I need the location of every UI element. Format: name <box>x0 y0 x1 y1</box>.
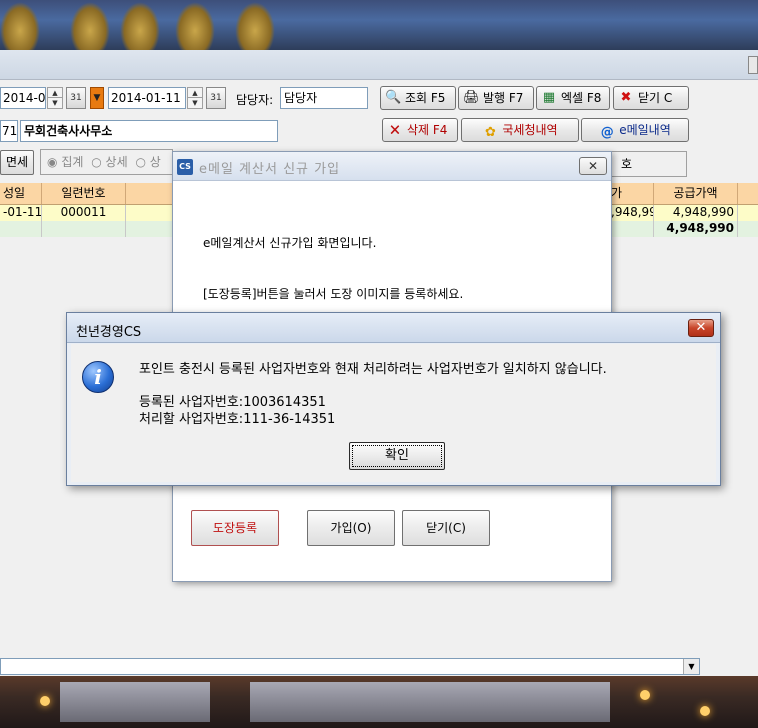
signup-dialog-title-bar: CS e메일 계산서 신규 가입 ✕ <box>173 152 611 181</box>
radio-detail-label[interactable]: 상세 <box>106 155 128 169</box>
window-control-button[interactable] <box>748 56 758 74</box>
radio-summary-label[interactable]: 집계 <box>61 155 83 169</box>
current-business-number: 처리할 사업자번호:111-36-14351 <box>139 412 336 427</box>
signup-instruction-text: [도장등록]버튼을 눌러서 도장 이미지를 등록하세요. <box>203 287 464 301</box>
grid-cell <box>42 221 126 237</box>
desktop-roof <box>60 682 210 722</box>
right-field: 호 <box>608 151 687 177</box>
desktop-tree <box>175 2 215 50</box>
alert-close-button[interactable]: ✕ <box>688 319 714 337</box>
grid-cell[interactable]: 000011 <box>42 205 126 221</box>
start-date-spinner[interactable]: ▲ ▼ <box>47 87 63 109</box>
grid-header-cell[interactable]: 일련번호 <box>42 183 126 204</box>
desktop-light <box>640 690 650 700</box>
spin-up-icon[interactable]: ▲ <box>188 88 202 98</box>
desktop-tree <box>120 2 160 50</box>
signup-close-button[interactable]: ✕ <box>579 157 607 175</box>
end-date-spinner[interactable]: ▲ ▼ <box>187 87 203 109</box>
desktop-light <box>40 696 50 706</box>
close-icon: ✕ <box>695 320 707 335</box>
close-x-icon: ✖ <box>620 90 632 105</box>
tax-free-button[interactable]: 면세 <box>0 150 34 175</box>
close-icon: ✕ <box>587 159 599 173</box>
radio-more-label[interactable]: 상 <box>150 155 161 169</box>
alert-body: i 포인트 충전시 등록된 사업자번호와 현재 처리하려는 사업자번호가 일치하… <box>71 344 716 482</box>
grid-header-cell[interactable]: 성일 <box>0 183 42 204</box>
radio-detail-icon[interactable]: ○ <box>91 155 101 169</box>
spin-down-icon[interactable]: ▼ <box>48 98 62 108</box>
signup-intro-text: e메일계산서 신규가입 화면입니다. <box>203 236 377 250</box>
alert-dialog: 천년경영CS ✕ i 포인트 충전시 등록된 사업자번호와 현재 처리하려는 사… <box>66 312 721 486</box>
company-code-field[interactable]: 71 <box>0 120 18 142</box>
spin-down-icon[interactable]: ▼ <box>188 98 202 108</box>
delete-button[interactable]: 🗙 삭제 F4 <box>382 118 458 142</box>
join-button[interactable]: 가입(O) <box>307 510 395 546</box>
view-mode-radio-group: ◉ 집계 ○ 상세 ○ 상 <box>40 149 173 175</box>
chevron-down-icon[interactable]: ▼ <box>683 659 699 674</box>
company-name-field[interactable]: 무회건축사사무소 <box>20 120 278 142</box>
end-date-field[interactable]: 2014-01-11 <box>108 87 186 109</box>
radio-summary-icon[interactable]: ◉ <box>47 155 57 169</box>
ok-button[interactable]: 확인 <box>349 442 445 470</box>
desktop-tree <box>0 2 40 50</box>
grid-cell[interactable]: 4,948,990 <box>654 205 738 221</box>
manager-label: 담당자: <box>236 93 274 107</box>
stamp-register-button[interactable]: 도장등록 <box>191 510 279 546</box>
grid-cell <box>608 221 654 237</box>
grid-header-cell[interactable]: 공급가액 <box>654 183 738 204</box>
date-range-dropdown-icon[interactable]: ▼ <box>90 87 104 109</box>
at-sign-icon: @ <box>600 125 614 140</box>
app-title-bar <box>0 50 758 80</box>
issue-button[interactable]: 🖨 발행 F7 <box>458 86 534 110</box>
desktop-light <box>700 706 710 716</box>
emblem-icon: ✿ <box>484 125 496 140</box>
desktop-background-top <box>0 0 758 50</box>
calendar-icon[interactable]: 31 <box>206 87 226 109</box>
delete-icon: 🗙 <box>390 122 400 137</box>
grid-header-cell[interactable]: 가 <box>608 183 654 204</box>
bottom-combo-box[interactable]: ▼ <box>0 658 700 675</box>
app-logo-icon: CS <box>177 159 193 175</box>
radio-more-icon[interactable]: ○ <box>135 155 145 169</box>
desktop-tree <box>70 2 110 50</box>
grid-cell[interactable]: -01-11 <box>0 205 42 221</box>
printer-icon: 🖨 <box>463 90 480 105</box>
alert-title-bar: 천년경영CS ✕ <box>67 313 720 343</box>
info-icon: i <box>82 361 114 393</box>
manager-input[interactable]: 담당자 <box>280 87 368 109</box>
grid-cell <box>0 221 42 237</box>
email-history-button[interactable]: @ e메일내역 <box>581 118 689 142</box>
signup-cancel-button[interactable]: 닫기(C) <box>402 510 490 546</box>
desktop-roof <box>250 682 610 722</box>
alert-title: 천년경영CS <box>76 325 142 340</box>
search-button[interactable]: 🔍 조회 F5 <box>380 86 456 110</box>
signup-dialog-title: e메일 계산서 신규 가입 <box>199 162 341 177</box>
desktop-background-bottom <box>0 676 758 728</box>
excel-icon: ▦ <box>542 90 556 105</box>
nts-history-button[interactable]: ✿ 국세청내역 <box>461 118 579 142</box>
calendar-icon[interactable]: 31 <box>66 87 86 109</box>
excel-button[interactable]: ▦ 엑셀 F8 <box>536 86 610 110</box>
close-button[interactable]: ✖ 닫기 C <box>613 86 689 110</box>
desktop-tree <box>235 2 275 50</box>
start-date-field[interactable]: 2014-01-11 <box>0 87 46 109</box>
spin-up-icon[interactable]: ▲ <box>48 88 62 98</box>
search-icon: 🔍 <box>385 90 402 105</box>
grid-sum-total: 4,948,990 <box>654 221 738 237</box>
alert-message: 포인트 충전시 등록된 사업자번호와 현재 처리하려는 사업자번호가 일치하지 … <box>139 362 607 377</box>
grid-cell[interactable]: ,948,990 <box>608 205 654 221</box>
